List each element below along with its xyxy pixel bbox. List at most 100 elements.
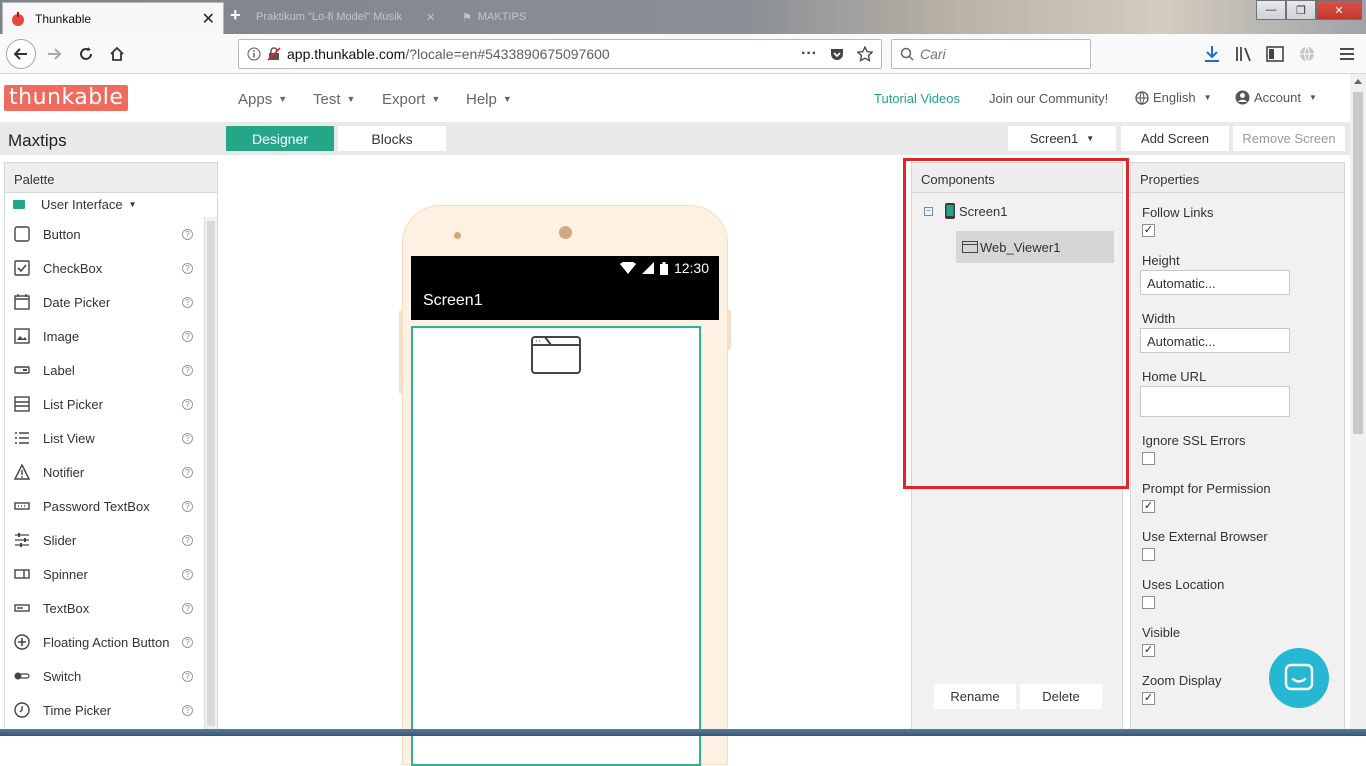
help-icon[interactable]: ? [182,432,193,444]
rename-button[interactable]: Rename [934,684,1016,709]
browser-tab-maxtips[interactable]: ⚑ MAKTIPS [462,6,526,28]
blocks-button[interactable]: Blocks [338,126,446,151]
width-input[interactable]: Automatic... [1140,328,1290,353]
help-icon[interactable]: ? [182,568,193,580]
download-icon[interactable] [1201,44,1223,64]
palette-item-date-picker[interactable]: Date Picker? [5,285,203,319]
calendar-icon [13,293,31,311]
help-icon[interactable]: ? [182,398,193,410]
chat-launcher-button[interactable] [1269,648,1329,708]
screen-selector[interactable]: Screen1 ▼ [1008,126,1116,151]
close-tab-icon[interactable]: ✕ [202,9,215,29]
help-icon[interactable]: ? [182,262,193,274]
account-icon [1235,90,1250,105]
maximize-window-button[interactable]: ❐ [1286,0,1316,20]
palette-item-slider[interactable]: Slider? [5,523,203,557]
palette-item-label[interactable]: Label? [5,353,203,387]
thunkable-logo[interactable]: thunkable [4,85,129,111]
menu-hamburger-icon[interactable] [1336,44,1358,64]
phone-time: 12:30 [673,260,709,276]
palette-item-image[interactable]: Image? [5,319,203,353]
palette-item-floating-action-button[interactable]: Floating Action Button? [5,625,203,659]
help-icon[interactable]: ? [182,670,193,682]
palette-item-spinner[interactable]: Spinner? [5,557,203,591]
help-icon[interactable]: ? [182,534,193,546]
prop-ignore-ssl-label: Ignore SSL Errors [1142,433,1246,448]
uses-location-checkbox[interactable] [1142,596,1155,609]
back-button[interactable] [6,39,36,69]
help-icon[interactable]: ? [182,330,193,342]
warning-icon [13,463,31,481]
apps-menu[interactable]: Apps ▼ [238,91,287,108]
designer-button[interactable]: Designer [226,126,334,151]
home-url-input[interactable] [1140,386,1290,417]
prop-follow-links-label: Follow Links [1142,205,1214,220]
height-input[interactable]: Automatic... [1140,270,1290,295]
add-screen-button[interactable]: Add Screen [1121,126,1229,151]
zoom-display-checkbox[interactable]: ✓ [1142,692,1155,705]
visible-checkbox[interactable]: ✓ [1142,644,1155,657]
help-icon[interactable]: ? [182,500,193,512]
palette-item-time-picker[interactable]: Time Picker? [5,693,203,727]
palette-item-textbox[interactable]: TextBox? [5,591,203,625]
help-menu[interactable]: Help ▼ [466,91,512,108]
tutorial-videos-link[interactable]: Tutorial Videos [874,91,960,106]
palette-item-label: Spinner [43,566,88,582]
help-icon[interactable]: ? [182,466,193,478]
use-external-browser-checkbox[interactable] [1142,548,1155,561]
palette-scrollbar[interactable] [204,217,217,735]
signal-icon [641,262,654,274]
language-menu[interactable]: English ▼ [1135,90,1212,105]
palette-item-list-view[interactable]: List View? [5,421,203,455]
palette-item-list-picker[interactable]: List Picker? [5,387,203,421]
browser-tab-thunkable[interactable]: Thunkable ✕ [2,2,224,34]
help-icon[interactable]: ? [182,636,193,648]
help-icon[interactable]: ? [182,602,193,614]
prompt-permission-checkbox[interactable]: ✓ [1142,500,1155,513]
export-menu[interactable]: Export ▼ [382,91,440,108]
palette-item-switch[interactable]: Switch? [5,659,203,693]
bookmark-star-icon[interactable] [857,46,873,62]
pocket-icon[interactable] [829,46,845,62]
os-taskbar [0,729,1366,736]
new-tab-icon[interactable]: + [230,5,241,26]
page-actions-icon[interactable]: ··· [801,45,817,63]
list-picker-icon [13,395,31,413]
reload-button[interactable] [72,40,100,68]
home-button[interactable] [103,40,131,68]
phone-screen-title: Screen1 [411,280,719,320]
url-bar[interactable]: app.thunkable.com/?locale=en#54338906750… [238,39,882,69]
insecure-lock-icon[interactable] [267,47,281,61]
follow-links-checkbox[interactable]: ✓ [1142,224,1155,237]
web-viewer-component[interactable] [411,326,701,766]
test-menu[interactable]: Test ▼ [313,91,355,108]
remove-screen-button[interactable]: Remove Screen [1233,126,1345,151]
palette-item-checkbox[interactable]: CheckBox? [5,251,203,285]
library-icon[interactable] [1233,44,1255,64]
forward-button[interactable] [40,40,68,68]
help-icon[interactable]: ? [182,228,193,240]
info-icon[interactable] [247,47,261,61]
delete-button[interactable]: Delete [1020,684,1102,709]
ignore-ssl-checkbox[interactable] [1142,452,1155,465]
community-link[interactable]: Join our Community! [989,91,1108,106]
designer-viewer: 12:30 Screen1 [218,155,906,766]
sidebar-icon[interactable] [1264,44,1286,64]
help-icon[interactable]: ? [182,364,193,376]
palette-item-notifier[interactable]: Notifier? [5,455,203,489]
minimize-window-button[interactable]: — [1256,0,1286,20]
browser-tab-praktikum[interactable]: Praktikum "Lo-fi Model" Musik ✕ [256,6,435,28]
page-scrollbar[interactable] [1350,74,1366,736]
globe-icon[interactable] [1296,44,1318,64]
url-text: app.thunkable.com/?locale=en#54338906750… [287,46,610,62]
account-menu[interactable]: Account ▼ [1235,90,1317,105]
phone-camera [559,226,572,239]
help-icon[interactable]: ? [182,704,193,716]
help-icon[interactable]: ? [182,296,193,308]
search-bar[interactable] [891,39,1091,69]
palette-item-password-textbox[interactable]: Password TextBox? [5,489,203,523]
close-window-button[interactable]: ✕ [1316,0,1362,20]
palette-category-user-interface[interactable]: User Interface ▼ [5,193,217,215]
search-input[interactable] [920,46,1080,62]
palette-item-button[interactable]: Button? [5,217,203,251]
